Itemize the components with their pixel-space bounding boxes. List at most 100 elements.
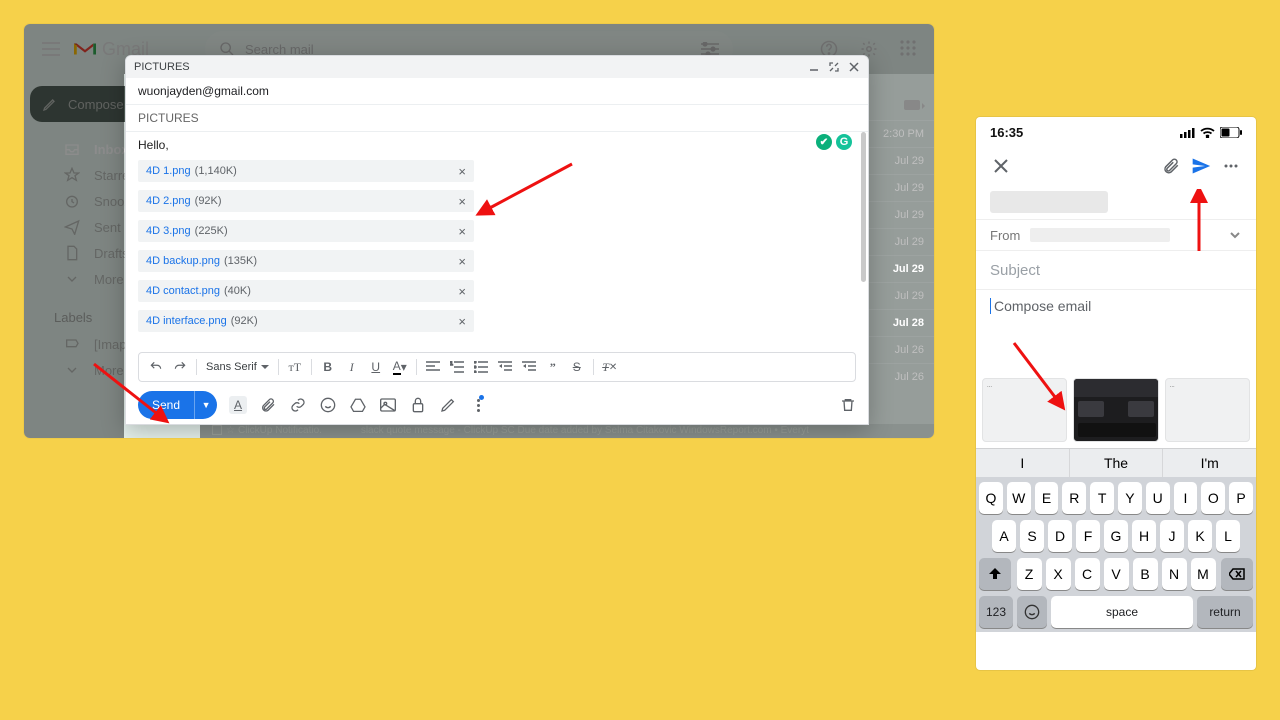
quote-icon[interactable]: ” — [542, 356, 564, 378]
scrollbar[interactable] — [861, 132, 866, 282]
subject-field[interactable]: PICTURES — [126, 105, 868, 132]
key-c[interactable]: C — [1075, 558, 1100, 590]
attachment-chip[interactable]: 4D 2.png(92K)× — [138, 190, 474, 212]
attachment-chip[interactable]: 4D 1.png(1,140K)× — [138, 160, 474, 182]
key-z[interactable]: Z — [1017, 558, 1042, 590]
chevron-down-icon[interactable] — [1228, 228, 1242, 242]
attachment-thumb[interactable]: ... — [982, 378, 1067, 442]
grammarly-icon[interactable]: G — [836, 134, 852, 150]
send-button[interactable]: Send ▼ — [138, 391, 217, 419]
attachment-thumb[interactable]: ... — [1165, 378, 1250, 442]
remove-attachment-icon[interactable]: × — [458, 224, 466, 239]
subject-field[interactable]: Subject — [976, 251, 1256, 290]
align-icon[interactable] — [422, 356, 444, 378]
shift-key[interactable] — [979, 558, 1011, 590]
indent-more-icon[interactable] — [518, 356, 540, 378]
backspace-key[interactable] — [1221, 558, 1253, 590]
key-d[interactable]: D — [1048, 520, 1072, 552]
indent-less-icon[interactable] — [494, 356, 516, 378]
grammarly-widget[interactable]: ✔ G — [816, 134, 852, 150]
key-j[interactable]: J — [1160, 520, 1184, 552]
suggestion[interactable]: I'm — [1163, 449, 1256, 477]
send-icon[interactable] — [1190, 155, 1212, 177]
image-icon[interactable] — [379, 396, 397, 414]
key-t[interactable]: T — [1090, 482, 1114, 514]
confidential-icon[interactable] — [409, 396, 427, 414]
key-u[interactable]: U — [1146, 482, 1170, 514]
key-i[interactable]: I — [1174, 482, 1198, 514]
drive-icon[interactable] — [349, 396, 367, 414]
key-w[interactable]: W — [1007, 482, 1031, 514]
input-tools-icon[interactable] — [866, 92, 934, 120]
emoji-icon[interactable] — [319, 396, 337, 414]
undo-icon[interactable] — [145, 356, 167, 378]
compose-body[interactable]: Hello, ✔ G 4D 1.png(1,140K)×4D 2.png(92K… — [126, 132, 868, 352]
send-more-icon[interactable]: ▼ — [194, 391, 217, 419]
link-icon[interactable] — [289, 396, 307, 414]
remove-attachment-icon[interactable]: × — [458, 194, 466, 209]
more-icon[interactable] — [469, 396, 487, 414]
minimize-icon[interactable] — [808, 61, 820, 73]
bold-icon[interactable]: B — [317, 356, 339, 378]
italic-icon[interactable]: I — [341, 356, 363, 378]
attachment-chip[interactable]: 4D 3.png(225K)× — [138, 220, 474, 242]
key-p[interactable]: P — [1229, 482, 1253, 514]
signature-icon[interactable] — [439, 396, 457, 414]
to-field[interactable]: wuonjayden@gmail.com — [126, 78, 868, 105]
fullscreen-icon[interactable] — [828, 61, 840, 73]
bullet-list-icon[interactable] — [470, 356, 492, 378]
key-x[interactable]: X — [1046, 558, 1071, 590]
strike-icon[interactable]: S — [566, 356, 588, 378]
key-k[interactable]: K — [1188, 520, 1212, 552]
mail-row-snippet[interactable]: ☆ ClickUp Notificatio. slack quote messa… — [200, 424, 934, 438]
text-color-icon[interactable]: A▾ — [389, 356, 411, 378]
key-r[interactable]: R — [1062, 482, 1086, 514]
return-key[interactable]: return — [1197, 596, 1253, 628]
suggestion[interactable]: I — [976, 449, 1070, 477]
clear-format-icon[interactable]: T✕ — [599, 356, 621, 378]
body-field[interactable]: Compose email — [976, 290, 1256, 322]
attachment-chip[interactable]: 4D backup.png(135K)× — [138, 250, 474, 272]
close-icon[interactable] — [848, 61, 860, 73]
star-icon[interactable]: ☆ — [226, 424, 235, 438]
formatting-icon[interactable]: A — [229, 396, 247, 414]
underline-icon[interactable]: U — [365, 356, 387, 378]
font-size-icon[interactable]: тT — [284, 356, 306, 378]
key-e[interactable]: E — [1035, 482, 1059, 514]
from-field[interactable]: From — [976, 220, 1256, 251]
checkbox-icon[interactable] — [212, 425, 222, 435]
redo-icon[interactable] — [169, 356, 191, 378]
font-select[interactable]: Sans Serif — [202, 361, 273, 373]
key-a[interactable]: A — [992, 520, 1016, 552]
grammarly-icon[interactable]: ✔ — [816, 134, 832, 150]
emoji-key[interactable] — [1017, 596, 1047, 628]
key-f[interactable]: F — [1076, 520, 1100, 552]
attachment-chip[interactable]: 4D contact.png(40K)× — [138, 280, 474, 302]
key-m[interactable]: M — [1191, 558, 1216, 590]
key-h[interactable]: H — [1132, 520, 1156, 552]
key-n[interactable]: N — [1162, 558, 1187, 590]
hamburger-icon[interactable] — [42, 42, 60, 56]
attachment-chip[interactable]: 4D interface.png(92K)× — [138, 310, 474, 332]
remove-attachment-icon[interactable]: × — [458, 254, 466, 269]
key-q[interactable]: Q — [979, 482, 1003, 514]
remove-attachment-icon[interactable]: × — [458, 314, 466, 329]
key-v[interactable]: V — [1104, 558, 1129, 590]
suggestion[interactable]: The — [1070, 449, 1164, 477]
numbers-key[interactable]: 123 — [979, 596, 1013, 628]
attach-icon[interactable] — [259, 396, 277, 414]
search-options-icon[interactable] — [701, 42, 719, 56]
space-key[interactable]: space — [1051, 596, 1193, 628]
discard-icon[interactable] — [840, 397, 856, 413]
attach-icon[interactable] — [1160, 155, 1182, 177]
key-s[interactable]: S — [1020, 520, 1044, 552]
compose-title-bar[interactable]: PICTURES — [126, 56, 868, 78]
key-g[interactable]: G — [1104, 520, 1128, 552]
key-y[interactable]: Y — [1118, 482, 1142, 514]
to-field[interactable] — [976, 185, 1256, 220]
ordered-list-icon[interactable]: 1 — [446, 356, 468, 378]
key-o[interactable]: O — [1201, 482, 1225, 514]
remove-attachment-icon[interactable]: × — [458, 284, 466, 299]
more-icon[interactable] — [1220, 155, 1242, 177]
close-icon[interactable] — [990, 155, 1012, 177]
